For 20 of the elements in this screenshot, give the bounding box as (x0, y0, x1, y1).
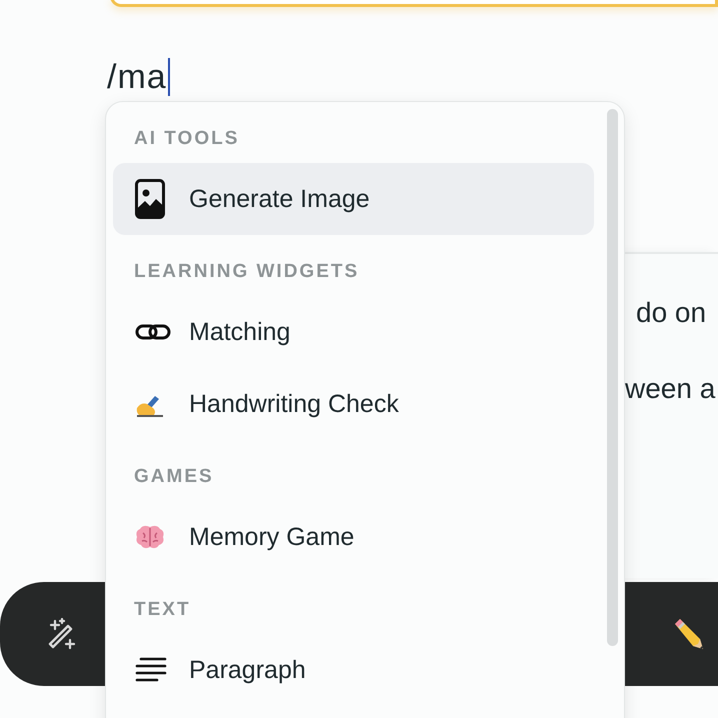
menu-item[interactable]: Generate Image (113, 163, 594, 235)
image-icon (135, 179, 165, 219)
menu-item[interactable]: Paragraph (113, 634, 594, 706)
paragraph-icon (135, 657, 167, 683)
section-heading: TEXT (134, 599, 191, 620)
editor-text[interactable]: /ma (107, 58, 167, 96)
menu-item[interactable]: Handwriting Check (113, 368, 594, 440)
scrollbar-thumb[interactable] (607, 109, 618, 646)
panel-text: ween a (625, 372, 716, 406)
pencil-icon[interactable] (672, 618, 704, 650)
panel-text: do on (635, 296, 708, 330)
link-icon (135, 323, 171, 341)
brain-icon (135, 524, 165, 550)
text-cursor (168, 58, 170, 96)
magic-wand-icon[interactable] (46, 618, 78, 650)
section-heading: GAMES (134, 466, 214, 487)
menu-item[interactable]: Memory Game (113, 501, 594, 573)
menu-item[interactable]: Matching (113, 296, 594, 368)
section-heading: AI TOOLS (134, 128, 240, 149)
section-heading: LEARNING WIDGETS (134, 261, 360, 282)
